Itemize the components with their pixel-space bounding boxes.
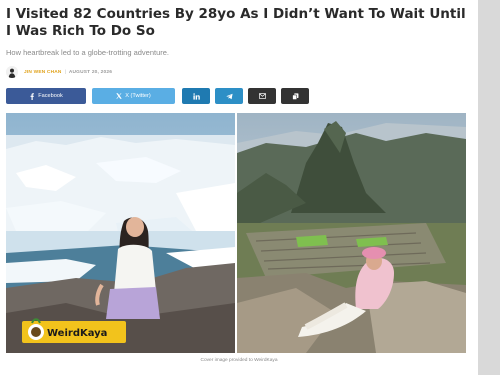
email-icon xyxy=(258,93,266,99)
copy-icon xyxy=(291,92,298,100)
byline: JIN WEN CHAN | AUGUST 20, 2026 xyxy=(6,65,112,79)
share-twitter-label: X (Twitter) xyxy=(125,93,151,99)
copy-link-button[interactable] xyxy=(281,88,309,104)
machu-picchu-photo xyxy=(237,113,466,353)
hero-image-collage: WeirdKaya xyxy=(6,113,466,353)
share-twitter-button[interactable]: X (Twitter) xyxy=(92,88,175,104)
author-avatar[interactable] xyxy=(6,66,18,78)
share-facebook-label: Facebook xyxy=(38,93,63,99)
share-telegram-button[interactable] xyxy=(215,88,243,104)
author-avatar-image xyxy=(6,66,18,78)
article-subtitle: How heartbreak led to a globe-trotting a… xyxy=(6,48,170,57)
hero-image: WeirdKaya xyxy=(6,113,466,353)
weirdkaya-watermark: WeirdKaya xyxy=(22,318,126,343)
share-linkedin-button[interactable] xyxy=(182,88,210,104)
share-email-button[interactable] xyxy=(248,88,276,104)
article-page: I Visited 82 Countries By 28yo As I Didn… xyxy=(0,0,478,375)
byline-separator: | xyxy=(64,69,66,75)
x-twitter-icon xyxy=(116,93,123,99)
greenland-photo xyxy=(6,113,235,353)
telegram-icon xyxy=(225,93,233,99)
hero-caption: Cover image provided to WeirdKaya xyxy=(200,358,278,363)
watermark-text: WeirdKaya xyxy=(47,328,107,339)
facebook-icon xyxy=(30,92,35,100)
linkedin-icon xyxy=(192,92,200,100)
publish-date: AUGUST 20, 2026 xyxy=(68,69,113,75)
author-name-link[interactable]: JIN WEN CHAN xyxy=(24,70,62,75)
share-facebook-button[interactable]: Facebook xyxy=(6,88,86,104)
article-title: I Visited 82 Countries By 28yo As I Didn… xyxy=(6,6,466,39)
